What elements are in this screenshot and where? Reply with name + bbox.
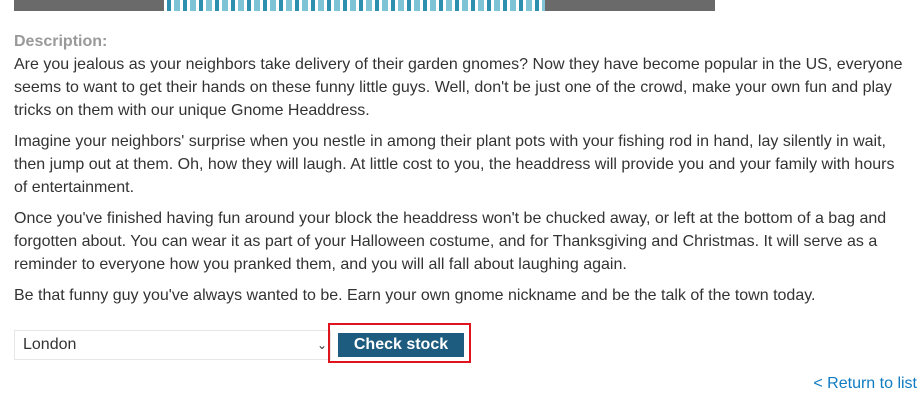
product-image — [14, 0, 715, 11]
return-to-list-link[interactable]: < Return to list — [813, 374, 917, 394]
description-label: Description: — [14, 33, 108, 50]
product-image-edge-left — [14, 0, 164, 11]
stock-check-form: London ⌄ Check stock — [14, 323, 474, 367]
chevron-down-icon: ⌄ — [316, 338, 327, 352]
check-stock-button[interactable]: Check stock — [338, 333, 464, 357]
description-paragraph-4: Be that funny guy you've always wanted t… — [14, 287, 816, 304]
description-paragraph-1: Are you jealous as your neighbors take d… — [14, 56, 903, 119]
description-paragraph-3: Once you've finished having fun around y… — [14, 210, 887, 273]
product-description: Description: Are you jealous as your nei… — [14, 31, 912, 315]
store-select[interactable]: London ⌄ — [14, 330, 331, 360]
description-paragraph-2: Imagine your neighbors' surprise when yo… — [14, 133, 895, 196]
store-select-value: London — [23, 336, 77, 353]
product-image-edge-right — [545, 0, 715, 11]
